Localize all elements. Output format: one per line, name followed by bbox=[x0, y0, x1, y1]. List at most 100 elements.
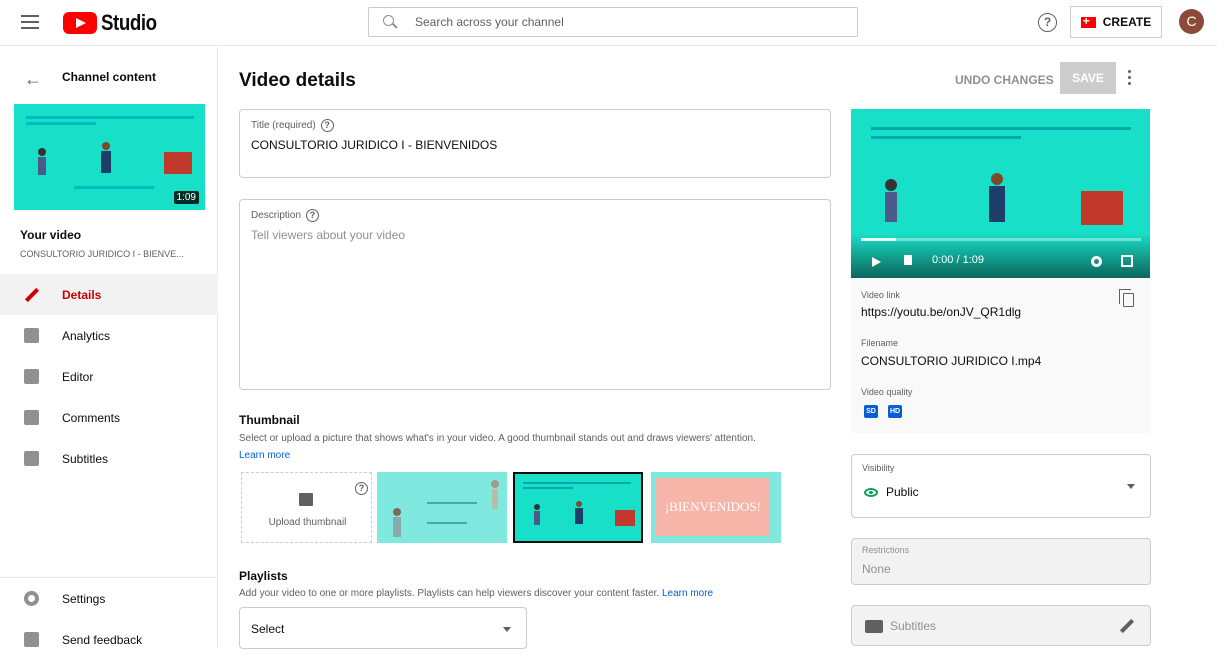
description-label-text: Description bbox=[251, 210, 302, 221]
youtube-play-icon bbox=[63, 12, 97, 34]
create-label: CREATE bbox=[1102, 15, 1152, 29]
restrictions-field: Restrictions None bbox=[851, 538, 1151, 585]
video-link[interactable]: https://youtu.be/onJV_QR1dlg bbox=[861, 305, 1021, 319]
help-icon[interactable]: ? bbox=[355, 482, 368, 495]
pencil-icon bbox=[24, 287, 40, 302]
sidebar: ← Channel content 1:09 Your video CONSUL… bbox=[0, 47, 218, 647]
help-icon[interactable]: ? bbox=[1038, 13, 1057, 32]
playlists-text: Add your video to one or more playlists.… bbox=[239, 588, 660, 599]
title-field-label: Title (required) ? bbox=[251, 119, 334, 132]
upload-thumbnail-button[interactable]: ? Upload thumbnail bbox=[241, 472, 372, 543]
thumbnail-option-3[interactable]: ¡BIENVENIDOS! bbox=[651, 472, 781, 543]
video-quality-label: Video quality bbox=[861, 387, 913, 397]
eye-icon bbox=[864, 488, 878, 497]
sidebar-item-subtitles[interactable]: Subtitles bbox=[0, 438, 218, 479]
subtitles-field[interactable]: Subtitles bbox=[851, 605, 1151, 646]
channel-content-link[interactable]: Channel content bbox=[62, 70, 156, 84]
top-bar: Studio Search across your channel ? CREA… bbox=[0, 0, 1217, 46]
fullscreen-icon[interactable] bbox=[1121, 255, 1133, 267]
play-icon[interactable] bbox=[872, 257, 881, 267]
more-options-icon[interactable] bbox=[1128, 70, 1132, 88]
visibility-label: Visibility bbox=[862, 463, 895, 473]
thumbnail-option-3-text: ¡BIENVENIDOS! bbox=[656, 478, 770, 536]
thumbnail-option-2-selected[interactable] bbox=[513, 472, 643, 543]
video-link-label: Video link bbox=[861, 290, 900, 300]
description-input[interactable]: Tell viewers about your video bbox=[251, 228, 405, 242]
restrictions-value: None bbox=[862, 562, 891, 576]
thumbnail-learn-more-link[interactable]: Learn more bbox=[239, 450, 290, 461]
playlists-description: Add your video to one or more playlists.… bbox=[239, 588, 713, 599]
search-icon bbox=[383, 15, 397, 29]
edit-icon[interactable] bbox=[1119, 618, 1135, 634]
subtitles-icon bbox=[865, 620, 883, 633]
search-input[interactable]: Search across your channel bbox=[415, 15, 564, 29]
player-time: 0:00 / 1:09 bbox=[932, 254, 984, 266]
description-field-label: Description ? bbox=[251, 209, 320, 222]
logo-text: Studio bbox=[101, 10, 157, 35]
upload-thumbnail-label: Upload thumbnail bbox=[268, 517, 347, 528]
sidebar-item-label: Subtitles bbox=[62, 451, 109, 466]
thumbnail-option-image bbox=[393, 480, 499, 537]
thumbnail-option-1[interactable] bbox=[377, 472, 507, 543]
playlist-select-value: Select bbox=[251, 622, 285, 636]
title-input[interactable]: CONSULTORIO JURIDICO I - BIENVENIDOS bbox=[251, 138, 497, 152]
chevron-down-icon bbox=[1127, 484, 1135, 489]
sidebar-item-details[interactable]: Details bbox=[0, 274, 218, 315]
settings-icon[interactable] bbox=[1091, 256, 1102, 267]
chevron-down-icon bbox=[503, 627, 511, 632]
gear-icon bbox=[24, 591, 39, 606]
description-field[interactable]: Description ? Tell viewers about your vi… bbox=[239, 199, 831, 390]
video-preview-card: 0:00 / 1:09 Video link https://youtu.be/… bbox=[851, 109, 1150, 433]
sidebar-item-label: Details bbox=[62, 287, 102, 302]
editor-icon bbox=[24, 369, 39, 384]
undo-changes-button[interactable]: UNDO CHANGES bbox=[955, 73, 1054, 87]
sidebar-bottom: Settings Send feedback bbox=[0, 577, 218, 660]
restrictions-label: Restrictions bbox=[862, 545, 910, 555]
sidebar-item-settings[interactable]: Settings bbox=[0, 578, 218, 619]
create-button[interactable]: CREATE bbox=[1070, 6, 1162, 38]
sidebar-item-editor[interactable]: Editor bbox=[0, 356, 218, 397]
avatar[interactable]: C bbox=[1179, 9, 1204, 34]
sidebar-item-send-feedback[interactable]: Send feedback bbox=[0, 619, 218, 660]
playlist-select[interactable]: Select bbox=[239, 607, 527, 649]
sidebar-item-label: Settings bbox=[62, 591, 106, 606]
hamburger-menu-icon[interactable] bbox=[21, 15, 39, 29]
visibility-value: Public bbox=[886, 485, 919, 499]
video-player[interactable]: 0:00 / 1:09 bbox=[851, 109, 1150, 278]
help-icon[interactable]: ? bbox=[320, 119, 334, 132]
your-video-heading: Your video bbox=[20, 228, 82, 242]
duration-badge: 1:09 bbox=[173, 191, 199, 204]
hd-badge: HD bbox=[888, 405, 902, 418]
back-arrow-icon[interactable]: ← bbox=[24, 69, 42, 90]
thumbnail-heading: Thumbnail bbox=[239, 413, 300, 427]
page-title: Video details bbox=[239, 70, 356, 91]
title-field[interactable]: Title (required) ? CONSULTORIO JURIDICO … bbox=[239, 109, 831, 178]
video-progress-bar[interactable] bbox=[861, 238, 1141, 241]
title-label-text: Title (required) bbox=[251, 120, 316, 131]
video-thumbnail[interactable]: 1:09 bbox=[14, 104, 205, 210]
sd-badge: SD bbox=[864, 405, 878, 418]
copy-icon[interactable] bbox=[1119, 289, 1134, 307]
sidebar-nav: Details Analytics Editor Comments Subtit… bbox=[0, 274, 218, 479]
visibility-dropdown[interactable]: Visibility Public bbox=[851, 454, 1151, 518]
search-bar[interactable]: Search across your channel bbox=[368, 7, 858, 37]
sidebar-item-comments[interactable]: Comments bbox=[0, 397, 218, 438]
studio-logo[interactable]: Studio bbox=[63, 10, 166, 36]
help-icon[interactable]: ? bbox=[306, 209, 320, 222]
filename-label: Filename bbox=[861, 338, 899, 348]
feedback-icon bbox=[24, 632, 39, 647]
save-button[interactable]: SAVE bbox=[1060, 62, 1116, 94]
sidebar-item-analytics[interactable]: Analytics bbox=[0, 315, 218, 356]
filename-value: CONSULTORIO JURIDICO I.mp4 bbox=[861, 354, 1042, 368]
subtitles-icon bbox=[24, 451, 39, 466]
your-video-title: CONSULTORIO JURIDICO I - BIENVE... bbox=[20, 249, 184, 259]
thumbnail-description: Select or upload a picture that shows wh… bbox=[239, 433, 756, 444]
comments-icon bbox=[24, 410, 39, 425]
sidebar-item-label: Editor bbox=[62, 369, 94, 384]
subtitles-label: Subtitles bbox=[890, 619, 937, 633]
add-image-icon bbox=[299, 493, 313, 506]
sidebar-item-label: Comments bbox=[62, 410, 121, 425]
volume-icon[interactable] bbox=[904, 255, 912, 265]
playlists-learn-more-link[interactable]: Learn more bbox=[662, 588, 713, 599]
playlists-heading: Playlists bbox=[239, 569, 288, 583]
